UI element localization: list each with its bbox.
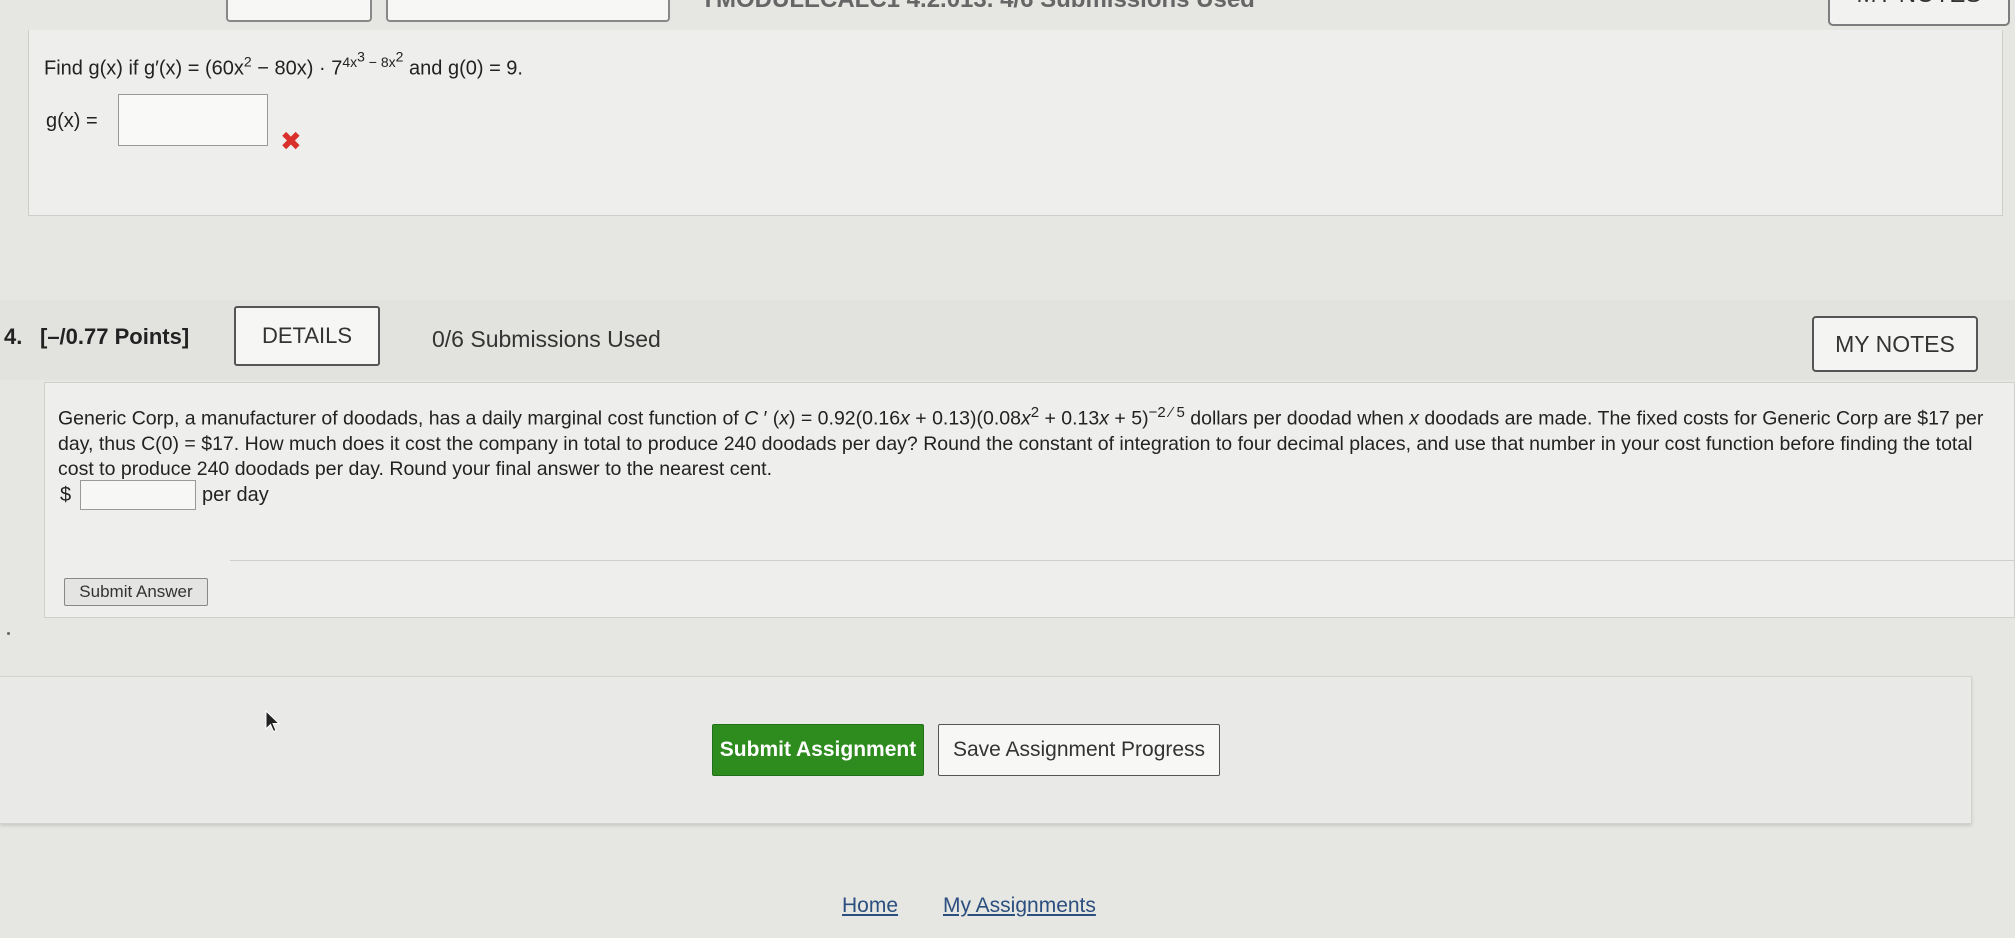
incorrect-x-icon: ✖ [280,126,302,156]
currency-symbol: $ [60,484,72,506]
question-3-prompt: Find g(x) if g′(x) = (60x2 − 80x) · 74x3… [44,48,523,80]
submissions-used: 0/6 Submissions Used [432,326,661,352]
stray-dot [7,632,10,635]
prev-question-header-cutoff: YMODULECALC1 4.2.013. 4/6 Submissions Us… [700,0,1255,14]
prev-practice-button[interactable] [386,0,670,22]
save-progress-button[interactable]: Save Assignment Progress [938,724,1220,776]
submit-answer-button[interactable]: Submit Answer [64,578,208,606]
submit-assignment-button[interactable]: Submit Assignment [712,724,924,776]
details-button[interactable]: DETAILS [234,306,380,366]
question-points: [–/0.77 Points] [40,324,190,349]
home-link[interactable]: Home [842,894,898,918]
my-notes-button[interactable]: MY NOTES [1812,316,1978,372]
prev-details-button[interactable] [226,0,372,22]
question-number: 4. [4,324,23,349]
mouse-pointer-icon [265,710,281,733]
divider [230,560,2015,561]
prev-my-notes-button[interactable]: MY NOTES [1828,0,2010,26]
unit-label: per day [202,484,269,506]
answer-label: g(x) = [46,110,98,132]
gx-answer-input[interactable] [118,94,268,146]
cost-answer-input[interactable] [80,480,196,510]
question-4-prompt: Generic Corp, a manufacturer of doodads,… [58,404,1984,480]
my-assignments-link[interactable]: My Assignments [943,894,1096,918]
